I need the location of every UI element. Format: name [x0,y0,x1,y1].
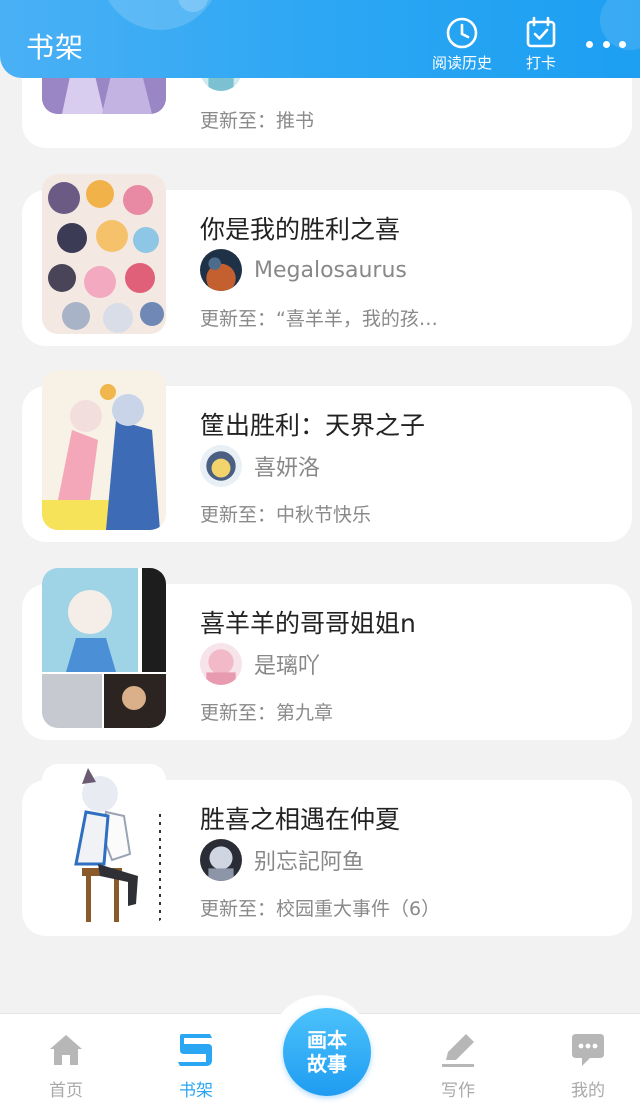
dot [602,40,610,48]
book-title[interactable]: 你是我的胜利之喜 [200,210,400,246]
center-button-line2: 故事 [307,1052,347,1076]
nav-home[interactable]: 首页 [26,1030,106,1101]
pencil-icon [442,1034,474,1067]
dot [619,40,626,48]
nav-write[interactable]: 写作 [418,1030,498,1101]
nav-home-label: 首页 [49,1081,83,1101]
author-row[interactable]: Megalosaurus [200,248,407,292]
nav-bookshelf[interactable]: 书架 [156,1030,236,1101]
clock-icon [446,17,478,49]
top-header: 书架 阅读历史 打卡 [0,0,640,78]
nav-write-label: 写作 [441,1081,475,1101]
update-label: 更新至： [200,308,277,330]
bookshelf-icon [178,1034,212,1066]
book-cover[interactable] [42,370,166,530]
update-value: “喜羊羊，我的孩… [276,308,438,330]
update-status: 更新至：推书 [200,106,314,133]
author-row[interactable]: 是璃吖 [200,642,320,686]
book-card[interactable]: 筐出胜利：天界之子 喜妍洛 更新至：中秋节快乐 [22,370,632,542]
author-avatar [200,445,242,487]
author-avatar [200,249,242,291]
update-label: 更新至： [200,110,277,132]
nav-bookshelf-label: 书架 [179,1081,213,1101]
update-value: 推书 [276,110,315,132]
book-card[interactable]: 胜喜之相遇在仲夏 别忘記阿鱼 更新至：校园重大事件（6） [22,764,632,936]
center-button-line1: 画本 [307,1028,347,1052]
picture-story-button[interactable]: 画本 故事 [283,1008,371,1096]
nav-mine[interactable]: 我的 [548,1030,628,1101]
author-avatar [200,839,242,881]
bookshelf-screen: 更新至：推书 你是我的胜利之喜 Megalosaurus 更新至：“喜羊羊，我的… [0,0,640,1107]
update-status: 更新至：“喜羊羊，我的孩… [200,304,438,331]
book-title[interactable]: 胜喜之相遇在仲夏 [200,800,400,836]
author-name: Megalosaurus [254,257,407,283]
book-card[interactable]: 喜羊羊的哥哥姐姐n 是璃吖 更新至：第九章 [22,568,632,740]
home-icon [50,1035,82,1065]
author-avatar [200,643,242,685]
update-status: 更新至：第九章 [200,698,333,725]
author-name: 是璃吖 [254,654,321,679]
author-row[interactable]: 喜妍洛 [200,444,320,488]
book-cover[interactable] [42,568,166,728]
update-label: 更新至： [200,898,277,920]
update-label: 更新至： [200,504,277,526]
chat-bubble-icon [572,1034,604,1066]
reading-history-label: 阅读历史 [432,54,493,72]
author-name: 喜妍洛 [254,456,321,481]
book-card[interactable]: 你是我的胜利之喜 Megalosaurus 更新至：“喜羊羊，我的孩… [22,174,632,346]
update-value: 第九章 [276,702,334,724]
author-name: 别忘記阿鱼 [254,850,365,875]
update-status: 更新至：中秋节快乐 [200,500,371,527]
book-title[interactable]: 喜羊羊的哥哥姐姐n [200,604,416,640]
author-row[interactable]: 别忘記阿鱼 [200,838,364,882]
book-title[interactable]: 筐出胜利：天界之子 [200,406,425,442]
update-value: 校园重大事件（6） [276,898,441,920]
update-status: 更新至：校园重大事件（6） [200,894,440,921]
calendar-check-icon [526,16,556,48]
check-in-label: 打卡 [525,54,556,72]
book-cover[interactable] [42,764,166,924]
page-title: 书架 [26,31,85,64]
book-cover[interactable] [42,174,166,334]
nav-mine-label: 我的 [571,1081,605,1101]
dot [586,40,593,48]
update-value: 中秋节快乐 [276,504,372,526]
more-dots-icon[interactable] [586,34,626,54]
check-in-button[interactable]: 打卡 [524,16,558,73]
reading-history-button[interactable]: 阅读历史 [432,16,492,73]
update-label: 更新至： [200,702,277,724]
